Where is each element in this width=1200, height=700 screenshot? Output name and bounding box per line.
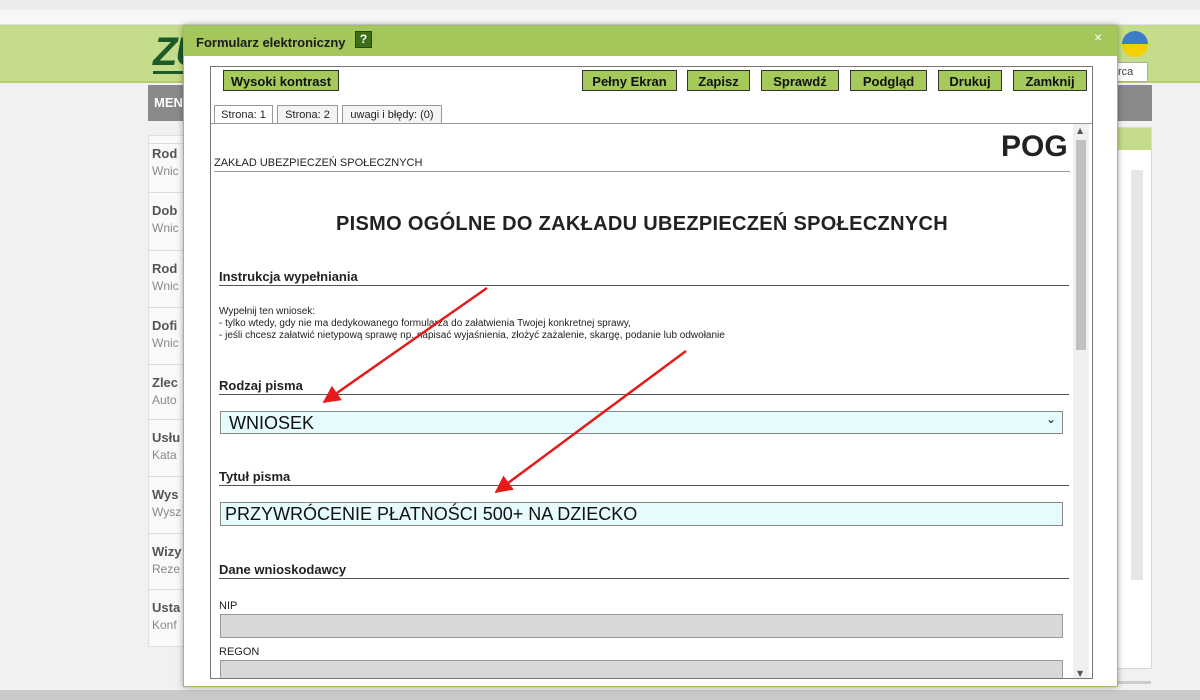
sidebar-item-subtitle: Reze [152, 562, 181, 576]
letter-type-value: WNIOSEK [229, 413, 315, 433]
help-icon[interactable]: ? [355, 31, 372, 48]
form-code: POG [1001, 130, 1068, 163]
preview-button[interactable]: Podgląd [850, 70, 927, 91]
sidebar-item[interactable]: Dob Wnic [149, 192, 187, 237]
form-scrollbar[interactable]: ▲ ▼ [1073, 124, 1089, 678]
section-divider [219, 485, 1069, 486]
bottom-bar [0, 690, 1200, 700]
sidebar-item[interactable]: Wizy Reze [149, 533, 187, 578]
instructions-heading: Instrukcja wypełniania [219, 269, 358, 284]
sidebar-item-title: Dofi [152, 318, 178, 333]
tab-errors[interactable]: uwagi i błędy: (0) [342, 105, 442, 123]
sidebar-item-subtitle: Wysz [152, 505, 182, 519]
right-panel-scrollbar[interactable] [1131, 170, 1143, 580]
print-button[interactable]: Drukuj [938, 70, 1002, 91]
sidebar-item-subtitle: Wnic [152, 279, 179, 293]
sidebar-item-title: Usłu [152, 430, 181, 445]
header-divider [214, 171, 1070, 172]
check-button[interactable]: Sprawdź [761, 70, 839, 91]
letter-title-input[interactable]: PRZYWRÓCENIE PŁATNOŚCI 500+ NA DZIECKO [220, 502, 1063, 526]
instruction-line: Wypełnij ten wniosek: [219, 306, 316, 317]
sidebar-item-title: Rod [152, 261, 178, 276]
browser-top-line [0, 10, 1200, 25]
form-content: POG ZAKŁAD UBEZPIECZEŃ SPOŁECZNYCH PISMO… [211, 124, 1073, 678]
dialog-titlebar[interactable]: Formularz elektroniczny ? × [184, 26, 1117, 56]
form-frame: Wysoki kontrast Pełny Ekran Zapisz Spraw… [210, 66, 1093, 679]
sidebar-item-subtitle: Auto [152, 393, 177, 407]
close-button[interactable]: Zamknij [1013, 70, 1087, 91]
sidebar-item-title: Usta [152, 600, 181, 615]
scroll-up-icon[interactable]: ▲ [1077, 126, 1083, 135]
section-divider [219, 394, 1069, 395]
instruction-line: - jeśli chcesz załatwić nietypową sprawę… [219, 330, 725, 341]
sidebar-item[interactable]: Rod Wnic [149, 250, 187, 295]
right-panel-header [1117, 128, 1151, 150]
sidebar-item-subtitle: Wnic [152, 221, 179, 235]
organization-name: ZAKŁAD UBEZPIECZEŃ SPOŁECZNYCH [214, 157, 423, 169]
section-divider [219, 285, 1069, 286]
dialog-title: Formularz elektroniczny [196, 35, 346, 50]
right-panel [1116, 127, 1152, 669]
sidebar-item-title: Rod [152, 146, 178, 161]
menu-bar[interactable]: MENU [148, 85, 188, 121]
sidebar-item[interactable]: Dofi Wnic [149, 307, 187, 352]
high-contrast-button[interactable]: Wysoki kontrast [223, 70, 339, 91]
sidebar-item[interactable]: Usłu Kata [149, 419, 187, 464]
sidebar-item[interactable]: Usta Konf [149, 589, 187, 634]
sidebar-item-title: Dob [152, 203, 178, 218]
nip-label: NIP [219, 600, 238, 612]
save-button[interactable]: Zapisz [687, 70, 750, 91]
ukraine-flag-icon[interactable] [1122, 31, 1148, 57]
scroll-down-icon[interactable]: ▼ [1077, 669, 1083, 678]
close-icon[interactable]: × [1094, 29, 1102, 45]
sidebar-item-subtitle: Kata [152, 448, 177, 462]
full-screen-button[interactable]: Pełny Ekran [582, 70, 677, 91]
sidebar-item-subtitle: Wnic [152, 164, 179, 178]
applicant-heading: Dane wnioskodawcy [219, 562, 347, 577]
search-input[interactable]: rca [1114, 62, 1148, 82]
sidebar-item[interactable]: Rod Wnic [149, 143, 187, 188]
sidebar-item[interactable]: Zlec Auto [149, 364, 187, 409]
tab-page-1[interactable]: Strona: 1 [214, 105, 273, 123]
tab-page-2[interactable]: Strona: 2 [277, 105, 338, 123]
menu-bar-right [1116, 85, 1152, 121]
sidebar-item-subtitle: Wnic [152, 336, 179, 350]
regon-field[interactable] [220, 660, 1063, 678]
letter-type-select[interactable]: WNIOSEK ⌄ [220, 411, 1063, 434]
logo-underline [153, 71, 185, 74]
scroll-thumb[interactable] [1076, 140, 1086, 350]
sidebar-item-title: Wys [152, 487, 179, 502]
nip-field[interactable] [220, 614, 1063, 638]
chevron-down-icon: ⌄ [1045, 412, 1056, 426]
browser-top-strip [0, 0, 1200, 10]
form-main-title: PISMO OGÓLNE DO ZAKŁADU UBEZPIECZEŃ SPOŁ… [336, 213, 948, 235]
instruction-line: - tylko wtedy, gdy nie ma dedykowanego f… [219, 318, 631, 329]
regon-label: REGON [219, 646, 260, 658]
section-divider [219, 578, 1069, 579]
sidebar-item[interactable]: Wys Wysz [149, 476, 187, 521]
letter-type-heading: Rodzaj pisma [219, 378, 303, 393]
electronic-form-dialog: Formularz elektroniczny ? × Wysoki kontr… [183, 25, 1118, 687]
sidebar-item-title: Wizy [152, 544, 182, 559]
sidebar-item-title: Zlec [152, 375, 179, 390]
sidebar-item-subtitle: Konf [152, 618, 177, 632]
letter-title-heading: Tytuł pisma [219, 469, 291, 484]
